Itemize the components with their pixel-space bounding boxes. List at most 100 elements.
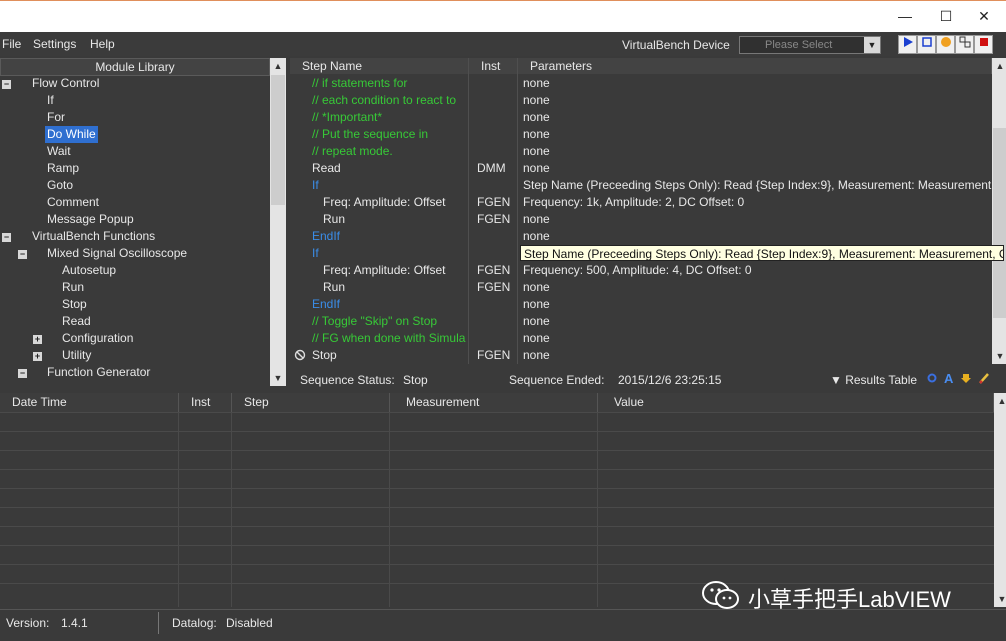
- lib-item-configuration[interactable]: Configuration: [62, 330, 133, 347]
- parameters-cell[interactable]: none: [523, 228, 993, 245]
- step-name-cell[interactable]: If: [312, 177, 467, 194]
- lib-item-function-generator[interactable]: Function Generator: [47, 364, 150, 381]
- settings-icon[interactable]: [926, 372, 938, 387]
- scroll-thumb[interactable]: [271, 75, 285, 205]
- pause-icon[interactable]: [936, 35, 955, 54]
- parameters-cell[interactable]: none: [523, 143, 993, 160]
- lib-item-message-popup[interactable]: Message Popup: [47, 211, 134, 228]
- inst-cell[interactable]: FGEN: [477, 279, 517, 296]
- column-header-step-name[interactable]: Step Name: [290, 58, 469, 74]
- lib-item-flow-control[interactable]: Flow Control: [32, 75, 99, 92]
- column-header-parameters[interactable]: Parameters: [518, 58, 992, 74]
- menu-help[interactable]: Help: [90, 37, 115, 51]
- play-icon[interactable]: [898, 35, 917, 54]
- lib-item-autosetup[interactable]: Autosetup: [62, 262, 116, 279]
- step-name-cell[interactable]: Freq: Amplitude: Offset: [323, 262, 467, 279]
- collapse-icon[interactable]: −: [2, 80, 11, 89]
- column-header-step[interactable]: Step: [232, 393, 390, 412]
- step-name-cell[interactable]: Stop: [312, 347, 467, 364]
- step-name-cell[interactable]: Run: [323, 211, 467, 228]
- expand-icon[interactable]: +: [33, 335, 42, 344]
- menu-file[interactable]: File: [2, 37, 21, 51]
- lib-item-ramp[interactable]: Ramp: [47, 160, 79, 177]
- download-icon[interactable]: [960, 372, 972, 387]
- step-name-cell[interactable]: // each condition to react to: [312, 92, 467, 109]
- lib-item-virtualbench-functions[interactable]: VirtualBench Functions: [32, 228, 155, 245]
- inst-cell[interactable]: FGEN: [477, 347, 517, 364]
- column-header-value[interactable]: Value: [598, 393, 994, 412]
- menu-settings[interactable]: Settings: [33, 37, 76, 51]
- step-name-cell[interactable]: If: [312, 245, 467, 262]
- library-scrollbar[interactable]: ▲ ▼: [270, 58, 286, 386]
- column-header-measurement[interactable]: Measurement: [390, 393, 598, 412]
- scroll-up-icon[interactable]: ▲: [270, 58, 286, 74]
- step-name-cell[interactable]: // Put the sequence in: [312, 126, 467, 143]
- step-name-cell[interactable]: // Toggle "Skip" on Stop: [312, 313, 467, 330]
- lib-item-run[interactable]: Run: [62, 279, 84, 296]
- step-name-cell[interactable]: // FG when done with Simula: [312, 330, 467, 347]
- lib-item-read[interactable]: Read: [62, 313, 91, 330]
- column-header-inst[interactable]: Inst: [469, 58, 518, 74]
- parameters-cell[interactable]: none: [523, 279, 993, 296]
- parameters-cell[interactable]: Frequency: 500, Amplitude: 4, DC Offset:…: [523, 262, 993, 279]
- inst-cell[interactable]: FGEN: [477, 211, 517, 228]
- parameters-cell[interactable]: none: [523, 75, 993, 92]
- lib-item-do-while[interactable]: Do While: [45, 126, 98, 143]
- scroll-down-icon[interactable]: ▼: [992, 348, 1006, 364]
- parameters-cell[interactable]: none: [523, 330, 993, 347]
- lib-item-if[interactable]: If: [47, 92, 54, 109]
- step-name-cell[interactable]: Freq: Amplitude: Offset: [323, 194, 467, 211]
- chevron-down-icon[interactable]: ▼: [864, 37, 880, 53]
- close-button[interactable]: ✕: [967, 5, 1001, 27]
- lib-item-wait[interactable]: Wait: [47, 143, 71, 160]
- parameters-cell[interactable]: none: [523, 313, 993, 330]
- parameters-cell[interactable]: none: [523, 126, 993, 143]
- minimize-button[interactable]: —: [888, 5, 922, 27]
- lib-item-mixed-signal-oscilloscope[interactable]: Mixed Signal Oscilloscope: [47, 245, 187, 262]
- parameters-cell[interactable]: none: [523, 296, 993, 313]
- lib-item-goto[interactable]: Goto: [47, 177, 73, 194]
- scroll-up-icon[interactable]: ▲: [992, 58, 1006, 74]
- step-name-cell[interactable]: EndIf: [312, 296, 467, 313]
- collapse-icon[interactable]: −: [18, 250, 27, 259]
- loop-icon[interactable]: [917, 35, 936, 54]
- inst-cell[interactable]: FGEN: [477, 262, 517, 279]
- step-name-cell[interactable]: // if statements for: [312, 75, 467, 92]
- parameters-cell[interactable]: none: [523, 347, 993, 364]
- lib-item-stop[interactable]: Stop: [62, 296, 87, 313]
- step-name-cell[interactable]: // repeat mode.: [312, 143, 467, 160]
- lib-item-for[interactable]: For: [47, 109, 65, 126]
- maximize-button[interactable]: ☐: [929, 5, 963, 27]
- column-header-inst[interactable]: Inst: [179, 393, 232, 412]
- lib-item-utility[interactable]: Utility: [62, 347, 91, 364]
- device-select[interactable]: Please Select ▼: [739, 36, 881, 54]
- results-scrollbar[interactable]: ▲ ▼: [994, 393, 1006, 607]
- step-name-cell[interactable]: EndIf: [312, 228, 467, 245]
- scroll-down-icon[interactable]: ▼: [270, 370, 286, 386]
- clear-icon[interactable]: [978, 372, 990, 387]
- step-name-cell[interactable]: // *Important*: [312, 109, 467, 126]
- collapse-icon[interactable]: −: [18, 369, 27, 378]
- results-table-toggle[interactable]: ▼ Results Table: [830, 373, 917, 387]
- inst-cell[interactable]: DMM: [477, 160, 517, 177]
- parameters-cell[interactable]: none: [523, 109, 993, 126]
- column-header-date-time[interactable]: Date Time: [0, 393, 179, 412]
- collapse-icon[interactable]: −: [2, 233, 11, 242]
- parameters-cell[interactable]: none: [523, 211, 993, 228]
- scroll-thumb[interactable]: [993, 128, 1006, 318]
- step-name-cell[interactable]: Read: [312, 160, 467, 177]
- sequence-scrollbar[interactable]: ▲ ▼: [992, 58, 1006, 364]
- stop-icon[interactable]: [974, 35, 993, 54]
- scroll-down-icon[interactable]: ▼: [994, 591, 1006, 607]
- step-icon[interactable]: [955, 35, 974, 54]
- scroll-up-icon[interactable]: ▲: [994, 393, 1006, 409]
- parameters-cell[interactable]: Frequency: 1k, Amplitude: 2, DC Offset: …: [523, 194, 993, 211]
- font-icon[interactable]: A: [944, 371, 953, 386]
- lib-item-comment[interactable]: Comment: [47, 194, 99, 211]
- inst-cell[interactable]: FGEN: [477, 194, 517, 211]
- parameters-cell[interactable]: none: [523, 160, 993, 177]
- parameters-cell[interactable]: none: [523, 92, 993, 109]
- step-name-cell[interactable]: Run: [323, 279, 467, 296]
- parameters-cell[interactable]: Step Name (Preceeding Steps Only): Read …: [523, 177, 993, 194]
- expand-icon[interactable]: +: [33, 352, 42, 361]
